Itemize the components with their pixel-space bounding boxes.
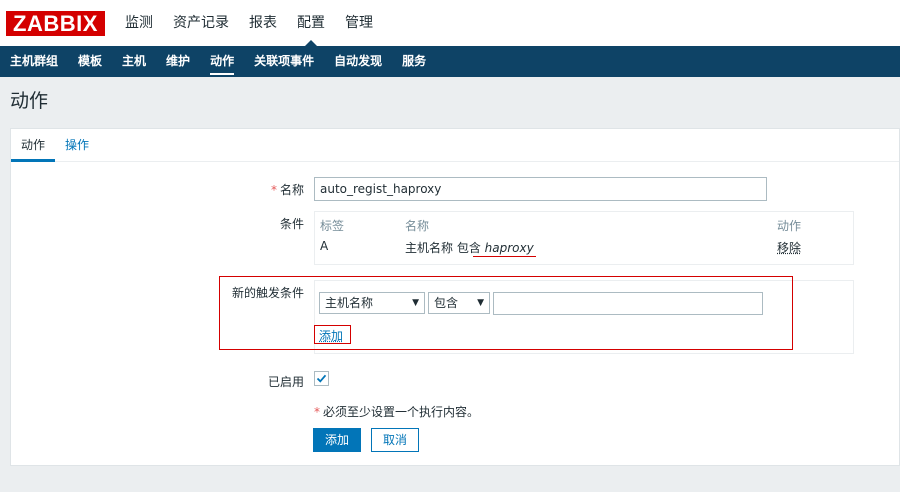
submenu-item-templates[interactable]: 模板 (68, 46, 112, 77)
top-bar: ZABBIX 监测 资产记录 报表 配置 管理 (0, 0, 900, 47)
condition-row-value: haproxy (484, 241, 534, 255)
condition-operator-select[interactable]: 包含 ▼ (428, 292, 490, 314)
action-form-panel: 动作 操作 *名称 条件 标签 名称 动作 A 主机名称 包含 haproxy … (10, 128, 900, 466)
submenu-item-services[interactable]: 服务 (392, 46, 436, 77)
conditions-header-action: 动作 (777, 219, 802, 233)
submenu-item-host-groups[interactable]: 主机群组 (0, 46, 68, 77)
menu-item-administration[interactable]: 管理 (335, 0, 383, 46)
new-condition-label: 新的触发条件 (231, 286, 304, 300)
enabled-label: 已启用 (267, 375, 304, 389)
menu-item-configuration[interactable]: 配置 (287, 0, 335, 46)
menu-item-reports[interactable]: 报表 (239, 0, 287, 46)
add-button[interactable]: 添加 (313, 428, 361, 452)
page-title: 动作 (10, 90, 49, 112)
sub-menu: 主机群组 模板 主机 维护 动作 关联项事件 自动发现 服务 (0, 46, 900, 77)
cancel-button[interactable]: 取消 (371, 428, 419, 452)
zabbix-logo[interactable]: ZABBIX (6, 11, 105, 36)
tab-operations[interactable]: 操作 (55, 129, 99, 161)
submenu-item-hosts[interactable]: 主机 (112, 46, 156, 77)
condition-remove-link[interactable]: 移除 (777, 239, 801, 256)
conditions-header-label: 标签 (320, 219, 345, 233)
annotation-underline (473, 256, 536, 257)
menu-item-monitoring[interactable]: 监测 (115, 0, 163, 46)
condition-row-label: A (320, 239, 329, 253)
add-condition-link[interactable]: 添加 (319, 327, 343, 344)
main-menu: 监测 资产记录 报表 配置 管理 (115, 0, 383, 46)
submenu-item-discovery[interactable]: 自动发现 (324, 46, 392, 77)
required-mark: * (270, 183, 277, 197)
checkmark-icon (316, 374, 327, 383)
condition-row-name: 主机名称 包含 haproxy (405, 241, 534, 255)
enabled-checkbox[interactable] (314, 371, 329, 386)
condition-type-select[interactable]: 主机名称 ▼ (319, 292, 425, 314)
submenu-item-maintenance[interactable]: 维护 (156, 46, 200, 77)
tab-action[interactable]: 动作 (11, 129, 56, 162)
submenu-item-event-correlation[interactable]: 关联项事件 (244, 46, 324, 77)
form-tabs: 动作 操作 (11, 129, 899, 162)
conditions-label: 条件 (279, 217, 304, 231)
required-note: * 必须至少设置一个执行内容。 (314, 405, 480, 419)
dropdown-arrow-icon: ▼ (477, 298, 484, 308)
menu-item-inventory[interactable]: 资产记录 (163, 0, 239, 46)
condition-value-input[interactable] (493, 292, 763, 315)
conditions-header-name: 名称 (405, 219, 430, 233)
dropdown-arrow-icon: ▼ (412, 298, 419, 308)
name-label: * 名称 (270, 183, 304, 197)
conditions-table: 标签 名称 动作 A 主机名称 包含 haproxy 移除 (314, 211, 854, 265)
submenu-item-actions[interactable]: 动作 (200, 46, 244, 77)
name-input[interactable] (314, 177, 767, 201)
